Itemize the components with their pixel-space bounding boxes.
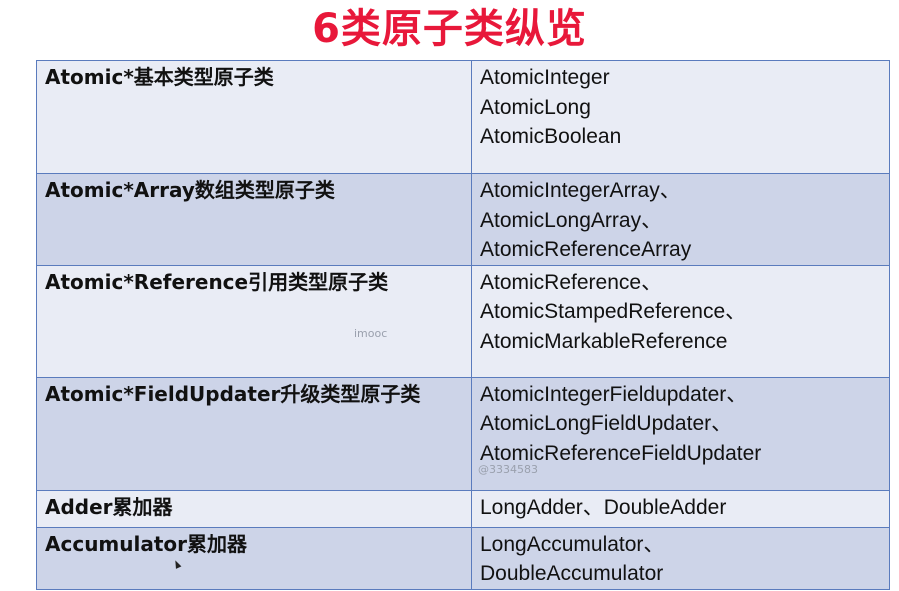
imooc-watermark: imooc [354, 327, 388, 340]
member-class: AtomicLongFieldUpdater、 [480, 412, 733, 435]
member-class: AtomicReferenceFieldUpdater [480, 441, 762, 465]
table-row: Atomic*Reference引用类型原子类 AtomicReference、… [36, 264, 890, 378]
atomic-classes-table: Atomic*基本类型原子类 AtomicInteger AtomicLong … [36, 60, 890, 590]
table-row: Adder累加器 LongAdder、DoubleAdder [36, 489, 890, 528]
category-cell: Atomic*FieldUpdater升级类型原子类 [36, 376, 472, 491]
table-row: Atomic*FieldUpdater升级类型原子类 AtomicInteger… [36, 376, 890, 491]
table-row: Atomic*Array数组类型原子类 AtomicIntegerArray、 … [36, 173, 890, 266]
category-cell: Accumulator累加器 [36, 526, 472, 590]
members-cell: AtomicReference、 AtomicStampedReference、… [471, 264, 890, 378]
table-row: Atomic*基本类型原子类 AtomicInteger AtomicLong … [36, 60, 890, 174]
members-cell: AtomicIntegerArray、 AtomicLongArray、 Ato… [471, 173, 890, 266]
category-cell: Adder累加器 [36, 489, 472, 528]
member-class: AtomicReferenceArray [480, 238, 692, 261]
member-class: AtomicReference、 [480, 270, 663, 294]
member-class: LongAccumulator、 [480, 532, 665, 556]
member-class: AtomicIntegerFieldupdater、 [480, 382, 748, 406]
member-class: DoubleAccumulator [480, 562, 664, 585]
category-cell: Atomic*Reference引用类型原子类 [36, 264, 472, 378]
member-class: AtomicIntegerArray、 [480, 179, 681, 202]
member-class: LongAdder、DoubleAdder [480, 495, 727, 519]
user-id-watermark: @3334583 [478, 463, 538, 476]
members-cell: LongAdder、DoubleAdder [471, 489, 890, 528]
table-row: Accumulator累加器 LongAccumulator、 DoubleAc… [36, 526, 890, 590]
category-cell: Atomic*Array数组类型原子类 [36, 173, 472, 266]
member-class: AtomicStampedReference、 [480, 300, 747, 323]
member-class: AtomicInteger [480, 66, 610, 89]
member-class: AtomicLongArray、 [480, 208, 663, 232]
member-class: AtomicBoolean [480, 125, 622, 148]
page-title: 6类原子类纵览 [312, 6, 587, 52]
atomic-classes-table-container: Atomic*基本类型原子类 AtomicInteger AtomicLong … [36, 60, 890, 590]
category-cell: Atomic*基本类型原子类 [36, 60, 472, 174]
members-cell: LongAccumulator、 DoubleAccumulator [471, 526, 890, 590]
member-class: AtomicLong [480, 95, 591, 119]
member-class: AtomicMarkableReference [480, 329, 728, 353]
members-cell: AtomicInteger AtomicLong AtomicBoolean [471, 60, 890, 174]
